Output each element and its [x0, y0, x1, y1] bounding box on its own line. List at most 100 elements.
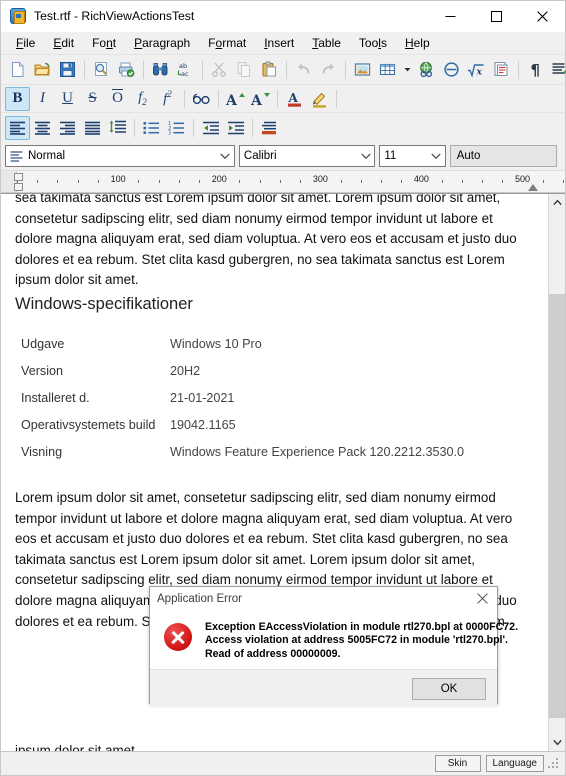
minimize-button[interactable]: [427, 1, 473, 32]
first-line-indent-marker[interactable]: [14, 173, 23, 181]
ruler-tick: [97, 180, 99, 183]
insert-table-dropdown-button[interactable]: [400, 58, 414, 82]
redo-button[interactable]: [316, 58, 341, 82]
underline-button[interactable]: U: [55, 87, 80, 111]
menu-edit-rest: dit: [61, 35, 75, 50]
ruler-tick: [441, 180, 443, 183]
menu-font[interactable]: Font: [83, 34, 125, 53]
subscript-button[interactable]: f2: [130, 87, 155, 111]
scroll-up-button[interactable]: [549, 194, 565, 211]
maximize-button[interactable]: [473, 1, 519, 32]
font-name-dropdown-arrow[interactable]: [357, 153, 374, 160]
print-icon: [119, 62, 135, 77]
find-button[interactable]: [148, 58, 173, 82]
decrease-indent-button[interactable]: [198, 116, 223, 140]
ruler-tick: [340, 180, 342, 183]
strikethrough-button[interactable]: S: [80, 87, 105, 111]
overline-button[interactable]: O: [105, 87, 130, 111]
document-paragraph-tail: ipsum dolor sit amet.: [15, 743, 139, 751]
paragraph-shading-button[interactable]: [257, 116, 282, 140]
paragraph-marks-icon: [552, 63, 566, 74]
highlight-color-button[interactable]: [307, 87, 332, 111]
insert-note-button[interactable]: [489, 58, 514, 82]
replace-button[interactable]: ab ac: [173, 58, 198, 82]
ruler-scale[interactable]: 100 200 300 400 500: [17, 171, 565, 192]
open-document-button[interactable]: [30, 58, 55, 82]
right-indent-marker[interactable]: [528, 184, 538, 191]
italic-button[interactable]: I: [30, 87, 55, 111]
skin-button[interactable]: Skin: [434, 755, 481, 772]
paragraph-style-combo[interactable]: Normal: [5, 145, 235, 167]
menu-paragraph[interactable]: Paragraph: [125, 34, 199, 53]
paragraph-style-dropdown-arrow[interactable]: [217, 153, 234, 160]
spec-value: 19042.1165: [170, 417, 236, 432]
cut-button[interactable]: [207, 58, 232, 82]
show-formatting-marks-button[interactable]: ¶: [523, 58, 548, 82]
save-document-button[interactable]: [55, 58, 80, 82]
dialog-close-button[interactable]: [467, 587, 497, 610]
resize-grip[interactable]: [548, 757, 560, 770]
ruler-tick: [37, 180, 39, 183]
print-preview-icon: [95, 62, 107, 76]
open-folder-icon: [34, 62, 50, 76]
horizontal-ruler[interactable]: 100 200 300 400 500: [1, 170, 565, 193]
scrollbar-thumb[interactable]: [549, 294, 565, 718]
spec-key: Version: [21, 363, 64, 378]
align-center-button[interactable]: [30, 116, 55, 140]
font-color-icon: A: [288, 91, 301, 107]
left-indent-marker[interactable]: [14, 183, 23, 191]
bold-button[interactable]: B: [5, 86, 30, 111]
insert-symbol-button[interactable]: [439, 58, 464, 82]
document-heading: Windows-specifikationer: [15, 294, 193, 313]
insert-table-button[interactable]: [375, 58, 400, 82]
application-error-dialog[interactable]: Application Error Exception EAccessViola…: [149, 586, 518, 708]
chevron-down-icon: [553, 739, 562, 746]
ruler-label: 100: [110, 174, 126, 184]
align-justify-button[interactable]: [80, 116, 105, 140]
chevron-down-icon: [431, 153, 441, 159]
font-size-combo[interactable]: 11: [379, 145, 446, 167]
menu-tools[interactable]: Tools: [350, 34, 396, 53]
print-button[interactable]: [114, 58, 139, 82]
toolbar-separator: [277, 89, 278, 108]
new-document-button[interactable]: [5, 58, 30, 82]
close-button[interactable]: [519, 1, 565, 32]
menu-format[interactable]: Format: [199, 34, 255, 53]
standard-toolbar: ab ac x ¶: [1, 54, 566, 84]
insert-hyperlink-button[interactable]: [414, 58, 439, 82]
font-color-combo[interactable]: Auto: [449, 145, 558, 167]
menu-file[interactable]: File: [7, 34, 44, 53]
scroll-down-button[interactable]: [549, 734, 565, 751]
line-spacing-button[interactable]: [105, 116, 130, 140]
numbered-list-button[interactable]: 123: [164, 116, 189, 140]
dialog-ok-button[interactable]: OK: [412, 677, 486, 700]
paragraph-marks-button[interactable]: [548, 58, 566, 82]
shrink-font-button[interactable]: A: [248, 87, 273, 111]
menu-edit[interactable]: Edit: [44, 34, 83, 53]
align-right-button[interactable]: [55, 116, 80, 140]
align-left-button[interactable]: [5, 115, 30, 140]
insert-picture-button[interactable]: [350, 58, 375, 82]
bullet-list-button[interactable]: [139, 116, 164, 140]
undo-button[interactable]: [291, 58, 316, 82]
paste-button[interactable]: [257, 58, 282, 82]
font-color-button[interactable]: A: [282, 87, 307, 111]
font-size-dropdown-arrow[interactable]: [428, 153, 445, 160]
increase-indent-button[interactable]: [223, 116, 248, 140]
vertical-scrollbar[interactable]: [548, 194, 565, 751]
font-name-combo[interactable]: Calibri: [238, 145, 376, 167]
menu-table[interactable]: Table: [303, 34, 350, 53]
align-left-icon: [10, 121, 25, 135]
superscript-button[interactable]: f2: [155, 87, 180, 111]
paragraph-style-value: Normal: [28, 150, 66, 162]
language-button[interactable]: Language: [485, 755, 544, 772]
svg-text:ab: ab: [179, 62, 187, 70]
spec-value: Windows Feature Experience Pack 120.2212…: [170, 444, 465, 459]
grow-font-button[interactable]: A: [223, 87, 248, 111]
insert-formula-button[interactable]: x: [464, 58, 489, 82]
hidden-text-button[interactable]: [189, 87, 214, 111]
print-preview-button[interactable]: [89, 58, 114, 82]
menu-help[interactable]: Help: [396, 34, 439, 53]
copy-button[interactable]: [232, 58, 257, 82]
menu-insert[interactable]: Insert: [255, 34, 303, 53]
